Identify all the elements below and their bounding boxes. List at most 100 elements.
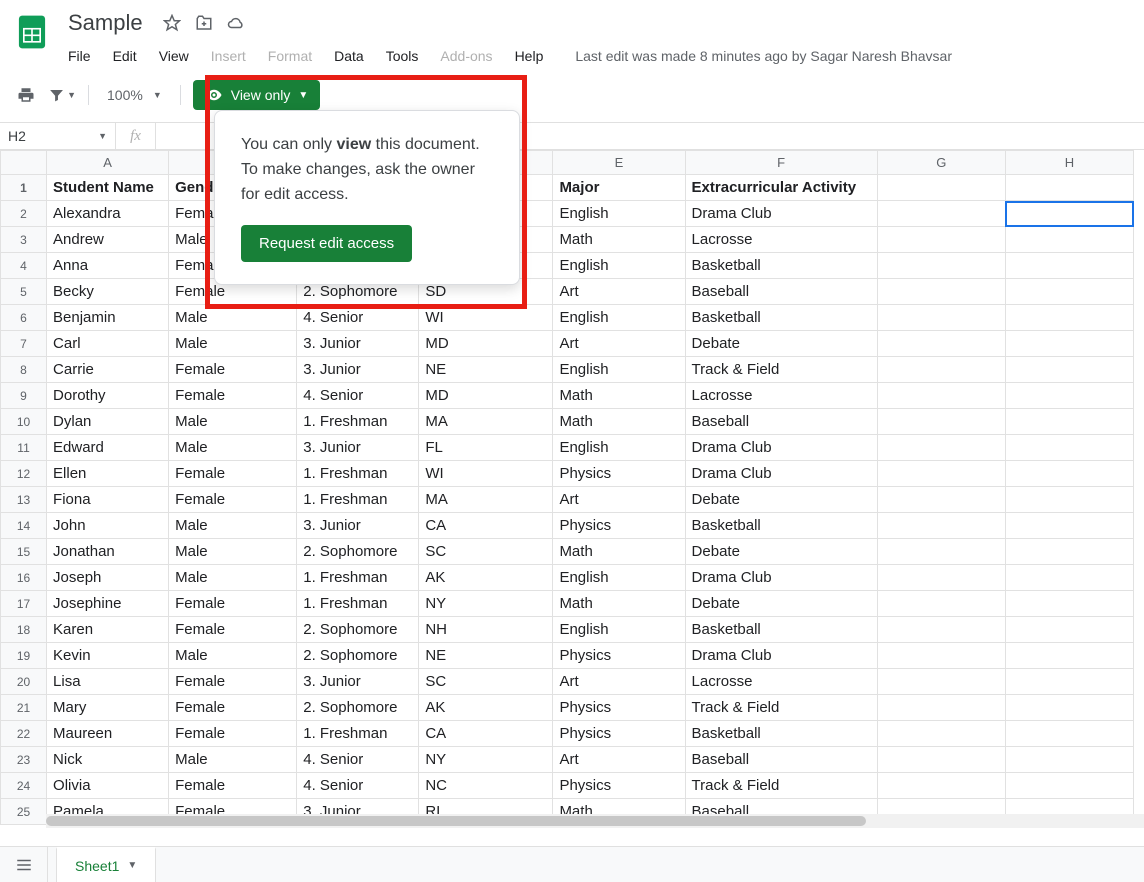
row-header[interactable]: 3 bbox=[1, 227, 47, 253]
cell[interactable]: CA bbox=[419, 721, 553, 747]
cell[interactable]: Female bbox=[169, 617, 297, 643]
cell[interactable] bbox=[877, 695, 1005, 721]
cell[interactable]: Lacrosse bbox=[685, 383, 877, 409]
row-header[interactable]: 21 bbox=[1, 695, 47, 721]
cell[interactable] bbox=[877, 227, 1005, 253]
cell[interactable]: John bbox=[47, 513, 169, 539]
cell[interactable]: NE bbox=[419, 357, 553, 383]
row-header[interactable]: 6 bbox=[1, 305, 47, 331]
row-header[interactable]: 2 bbox=[1, 201, 47, 227]
cell[interactable] bbox=[1005, 253, 1133, 279]
row-header[interactable]: 1 bbox=[1, 175, 47, 201]
name-box[interactable]: H2▼ bbox=[0, 123, 116, 149]
cell[interactable]: Physics bbox=[553, 695, 685, 721]
cell[interactable]: Basketball bbox=[685, 617, 877, 643]
cell[interactable] bbox=[877, 279, 1005, 305]
cell[interactable] bbox=[1005, 617, 1133, 643]
cell[interactable]: Female bbox=[169, 383, 297, 409]
cell[interactable]: Drama Club bbox=[685, 565, 877, 591]
cell[interactable] bbox=[877, 539, 1005, 565]
cell[interactable] bbox=[1005, 513, 1133, 539]
cell[interactable] bbox=[877, 331, 1005, 357]
cell[interactable]: Art bbox=[553, 669, 685, 695]
cell[interactable]: Kevin bbox=[47, 643, 169, 669]
cell[interactable]: Physics bbox=[553, 461, 685, 487]
cell[interactable]: Math bbox=[553, 539, 685, 565]
cell[interactable]: Basketball bbox=[685, 513, 877, 539]
cell[interactable]: Debate bbox=[685, 487, 877, 513]
cell[interactable] bbox=[1005, 435, 1133, 461]
cell[interactable]: Track & Field bbox=[685, 357, 877, 383]
all-sheets-button[interactable] bbox=[0, 847, 48, 882]
cell[interactable] bbox=[877, 487, 1005, 513]
cell[interactable] bbox=[1005, 643, 1133, 669]
request-edit-access-button[interactable]: Request edit access bbox=[241, 225, 412, 262]
cell[interactable]: Art bbox=[553, 747, 685, 773]
cell[interactable]: AK bbox=[419, 695, 553, 721]
cell[interactable] bbox=[1005, 175, 1133, 201]
row-header[interactable]: 19 bbox=[1, 643, 47, 669]
cell[interactable]: 4. Senior bbox=[297, 305, 419, 331]
cell[interactable]: Track & Field bbox=[685, 773, 877, 799]
cell[interactable] bbox=[877, 409, 1005, 435]
cell[interactable]: Female bbox=[169, 461, 297, 487]
cell[interactable]: MD bbox=[419, 331, 553, 357]
cell[interactable]: Female bbox=[169, 721, 297, 747]
cell[interactable] bbox=[877, 643, 1005, 669]
print-icon[interactable] bbox=[12, 81, 40, 109]
row-header[interactable]: 10 bbox=[1, 409, 47, 435]
cell[interactable]: English bbox=[553, 253, 685, 279]
cell[interactable] bbox=[877, 175, 1005, 201]
cell[interactable]: Track & Field bbox=[685, 695, 877, 721]
cell[interactable]: AK bbox=[419, 565, 553, 591]
cell[interactable] bbox=[1005, 279, 1133, 305]
cell[interactable] bbox=[877, 721, 1005, 747]
row-header[interactable]: 8 bbox=[1, 357, 47, 383]
cell[interactable]: CA bbox=[419, 513, 553, 539]
row-header[interactable]: 15 bbox=[1, 539, 47, 565]
cell[interactable]: Female bbox=[169, 695, 297, 721]
last-edit-text[interactable]: Last edit was made 8 minutes ago by Saga… bbox=[565, 42, 962, 70]
cloud-icon[interactable] bbox=[225, 12, 247, 34]
cell[interactable]: Baseball bbox=[685, 279, 877, 305]
cell[interactable]: 1. Freshman bbox=[297, 591, 419, 617]
cell[interactable] bbox=[877, 305, 1005, 331]
cell[interactable]: Carl bbox=[47, 331, 169, 357]
cell[interactable]: 3. Junior bbox=[297, 513, 419, 539]
cell[interactable] bbox=[1005, 383, 1133, 409]
cell[interactable] bbox=[1005, 409, 1133, 435]
col-header-H[interactable]: H bbox=[1005, 151, 1133, 175]
cell[interactable]: Jonathan bbox=[47, 539, 169, 565]
cell[interactable]: Drama Club bbox=[685, 435, 877, 461]
cell[interactable]: Art bbox=[553, 279, 685, 305]
cell[interactable]: MA bbox=[419, 409, 553, 435]
cell[interactable]: WI bbox=[419, 305, 553, 331]
scrollbar-thumb[interactable] bbox=[46, 816, 866, 826]
cell[interactable]: Math bbox=[553, 227, 685, 253]
cell[interactable]: 3. Junior bbox=[297, 357, 419, 383]
cell[interactable]: Math bbox=[553, 409, 685, 435]
row-header[interactable]: 18 bbox=[1, 617, 47, 643]
cell[interactable] bbox=[877, 747, 1005, 773]
cell[interactable] bbox=[1005, 305, 1133, 331]
cell[interactable]: English bbox=[553, 617, 685, 643]
cell[interactable] bbox=[1005, 565, 1133, 591]
col-header-F[interactable]: F bbox=[685, 151, 877, 175]
zoom-select[interactable]: 100%▼ bbox=[101, 87, 168, 103]
cell[interactable]: English bbox=[553, 565, 685, 591]
cell[interactable]: Nick bbox=[47, 747, 169, 773]
row-header[interactable]: 4 bbox=[1, 253, 47, 279]
cell[interactable]: WI bbox=[419, 461, 553, 487]
cell[interactable]: Male bbox=[169, 513, 297, 539]
row-header[interactable]: 20 bbox=[1, 669, 47, 695]
row-header[interactable]: 25 bbox=[1, 799, 47, 825]
row-header[interactable]: 16 bbox=[1, 565, 47, 591]
cell[interactable]: FL bbox=[419, 435, 553, 461]
horizontal-scrollbar[interactable] bbox=[46, 814, 1144, 828]
cell[interactable]: Andrew bbox=[47, 227, 169, 253]
cell[interactable] bbox=[1005, 773, 1133, 799]
menu-data[interactable]: Data bbox=[324, 42, 374, 70]
cell[interactable]: Baseball bbox=[685, 409, 877, 435]
cell[interactable]: Lacrosse bbox=[685, 669, 877, 695]
cell[interactable]: Debate bbox=[685, 591, 877, 617]
